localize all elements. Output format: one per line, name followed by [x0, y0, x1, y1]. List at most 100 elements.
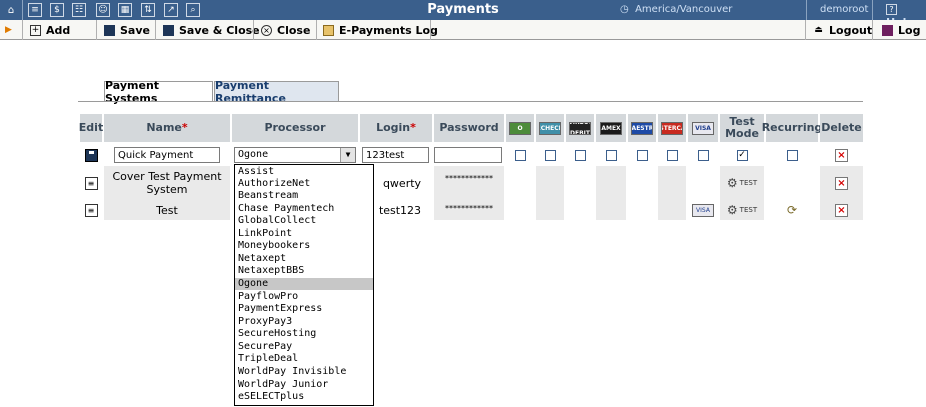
header-test-mode: Test Mode — [720, 114, 764, 142]
method-checkbox-cell — [506, 145, 534, 165]
processor-option[interactable]: WorldPay Invisible — [235, 366, 373, 378]
help-icon: ? — [886, 4, 897, 15]
divider — [430, 20, 431, 40]
processor-option[interactable]: Moneybookers — [235, 240, 373, 252]
chevron-down-icon[interactable]: ▼ — [340, 148, 355, 162]
method-checkbox-6[interactable] — [697, 149, 709, 161]
header-login-label: Login — [376, 121, 411, 134]
log-button[interactable]: Log — [882, 20, 920, 40]
processor-option[interactable]: Beanstream — [235, 190, 373, 202]
tab-payment-systems[interactable]: Payment Systems — [104, 79, 213, 105]
header-method-1: ECHECK — [536, 114, 564, 142]
header-method-6: VISA — [688, 114, 718, 142]
add-button[interactable]: + Add — [30, 20, 70, 40]
divider — [316, 20, 317, 40]
test-mode-checkbox[interactable]: ✓ — [736, 149, 748, 161]
password-input[interactable] — [434, 147, 502, 163]
processor-option[interactable]: Netaxept — [235, 253, 373, 265]
add-icon: + — [30, 24, 41, 36]
close-button[interactable]: × Close — [261, 20, 310, 40]
header-password: Password — [434, 114, 504, 142]
processor-option[interactable]: SecurePay — [235, 341, 373, 353]
play-icon[interactable]: ▶ — [5, 20, 12, 40]
save-row-button[interactable] — [80, 145, 102, 165]
epayments-log-button[interactable]: E-Payments Log — [323, 20, 438, 40]
processor-option[interactable]: eSELECTplus — [235, 391, 373, 403]
header-delete: Delete — [820, 114, 863, 142]
echeck-icon: ECHECK — [539, 121, 561, 135]
header-processor[interactable]: Processor — [232, 114, 358, 142]
recurring-checkbox[interactable] — [786, 149, 798, 161]
divider — [155, 20, 156, 40]
method-cell — [658, 200, 686, 220]
log-label: Log — [898, 23, 921, 37]
processor-option[interactable]: Chase Paymentech — [235, 203, 373, 215]
method-cell — [628, 200, 656, 220]
header-method-5: MASTERCARD — [658, 114, 686, 142]
divider — [253, 20, 254, 40]
close-icon: × — [261, 24, 272, 36]
divider — [872, 20, 873, 40]
delete-icon[interactable]: × — [835, 176, 848, 190]
header-name[interactable]: Name * — [104, 114, 230, 142]
mastercard-icon: MASTERCARD — [661, 121, 683, 135]
save-close-button[interactable]: Save & Close — [163, 20, 260, 40]
method-checkbox-2[interactable] — [574, 149, 586, 161]
login-input[interactable] — [362, 147, 429, 163]
method-cell — [596, 166, 626, 200]
row-name-line1: Cover Test Payment — [112, 170, 222, 183]
method-checkbox-5[interactable] — [666, 149, 678, 161]
processor-option[interactable]: PaymentExpress — [235, 303, 373, 315]
save-close-label: Save & Close — [179, 23, 260, 37]
processor-option[interactable]: TripleDeal — [235, 353, 373, 365]
processor-option[interactable]: PayflowPro — [235, 291, 373, 303]
processor-option-selected[interactable]: Ogone — [235, 278, 373, 290]
edit-row-button[interactable]: ≡ — [80, 200, 102, 220]
delete-icon[interactable]: × — [835, 203, 848, 217]
processor-option[interactable]: LinkPoint — [235, 228, 373, 240]
current-user[interactable]: demoroot — [820, 4, 868, 15]
test-mode-label: TEST — [739, 179, 758, 187]
processor-option[interactable]: AuthorizeNet — [235, 178, 373, 190]
processor-select-value: Ogone — [238, 149, 269, 160]
method-cell — [628, 166, 656, 200]
method-checkbox-0[interactable] — [514, 149, 526, 161]
test-mode-label: TEST — [739, 206, 758, 214]
processor-option[interactable]: SecureHosting — [235, 328, 373, 340]
processor-dropdown-list: Assist AuthorizeNet Beanstream Chase Pay… — [234, 164, 374, 406]
method-cell — [596, 200, 626, 220]
processor-select[interactable]: Ogone ▼ — [234, 147, 356, 163]
delete-cell: × — [820, 166, 863, 200]
log-icon — [323, 24, 334, 36]
header-method-0: O — [506, 114, 534, 142]
method-checkbox-1[interactable] — [544, 149, 556, 161]
direct-debit-icon: DIRECT DEBIT — [569, 121, 591, 135]
header-login[interactable]: Login * — [360, 114, 432, 142]
name-input[interactable] — [114, 147, 220, 163]
row-name: Test — [104, 200, 230, 220]
method-cell — [536, 166, 564, 200]
delete-icon[interactable]: × — [835, 148, 848, 162]
method-checkbox-3[interactable] — [605, 149, 617, 161]
recurring-cell: ⟳ — [766, 200, 818, 220]
method-checkbox-4[interactable] — [636, 149, 648, 161]
processor-option[interactable]: ProxyPay3 — [235, 316, 373, 328]
logout-button[interactable]: ⏏ Logout — [813, 20, 872, 40]
divider — [805, 20, 806, 40]
save-button[interactable]: Save — [104, 20, 150, 40]
tab-payment-remittance[interactable]: Payment Remittance — [214, 79, 339, 105]
divider — [22, 20, 23, 40]
test-mode-cell: ✓ — [720, 145, 764, 165]
timezone-label[interactable]: ◷ America/Vancouver — [620, 4, 732, 15]
processor-option[interactable]: Assist — [235, 166, 373, 178]
title-bar: ⌂ ≡ $ ☷ ☺ ▦ ⇅ ↗ ⌕ Payments ◷ America/Van… — [0, 0, 926, 29]
delete-cell: × — [820, 200, 863, 220]
method-cell — [506, 200, 534, 220]
processor-option[interactable]: NetaxeptBBS — [235, 265, 373, 277]
method-cell — [566, 200, 594, 220]
method-checkbox-cell — [566, 145, 594, 165]
processor-option[interactable]: WorldPay Junior — [235, 379, 373, 391]
processor-option[interactable]: GlobalCollect — [235, 215, 373, 227]
method-cell — [536, 200, 564, 220]
edit-row-button[interactable]: ≡ — [80, 166, 102, 200]
